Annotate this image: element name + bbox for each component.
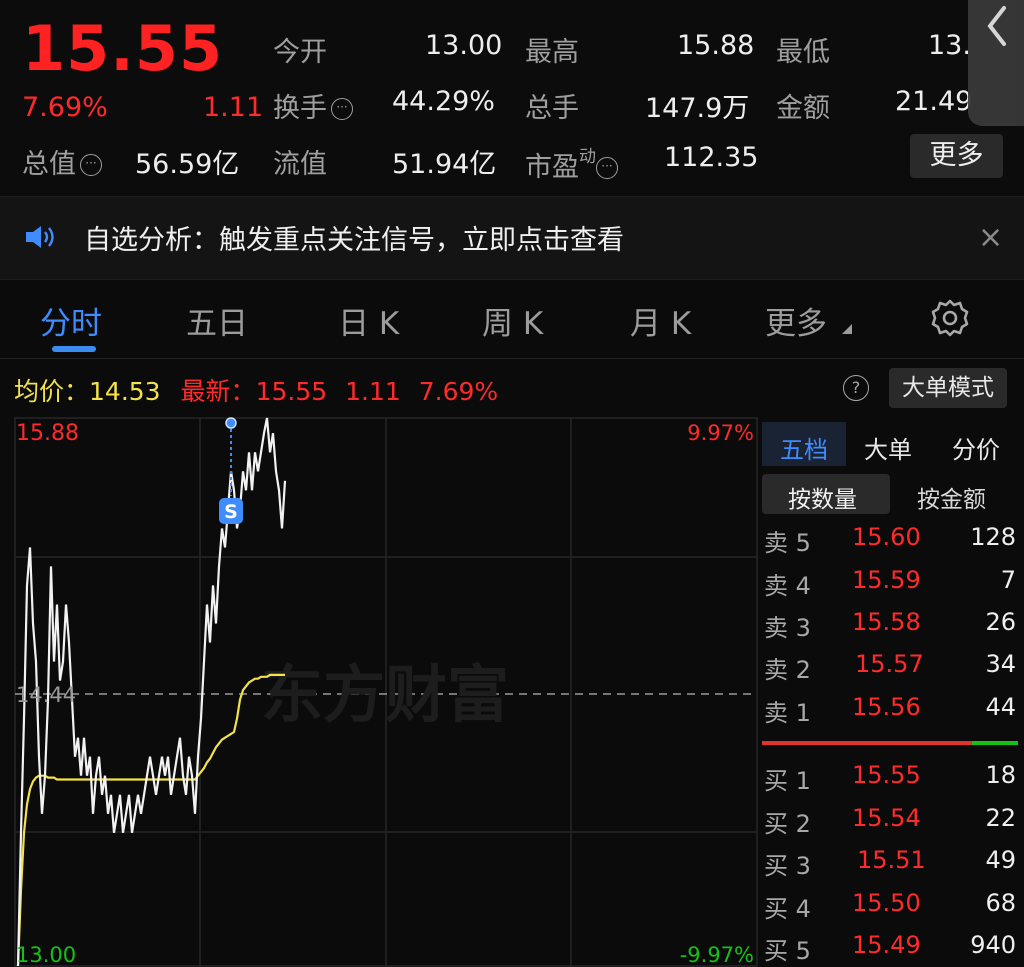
bid-3-price[interactable]: 15.51	[857, 846, 926, 874]
ask-1-volume: 44	[985, 693, 1016, 721]
tab-weekly-k[interactable]: 周 K	[482, 298, 543, 343]
tab-monthly-k[interactable]: 月 K	[630, 298, 691, 343]
current-price: 15.55	[22, 12, 224, 85]
open-value: 13.00	[425, 30, 503, 61]
ask-4-price[interactable]: 15.59	[852, 566, 921, 594]
ask-2-volume: 34	[985, 650, 1016, 678]
market-cap-info-icon[interactable]: ···	[80, 154, 102, 176]
amount-value: 21.49	[895, 86, 973, 117]
bottom-pct-label: -9.97%	[680, 943, 754, 967]
float-cap-label: 流值	[273, 149, 327, 180]
top-pct-label: 9.97%	[687, 421, 754, 445]
ask-3-label: 卖 3	[764, 614, 811, 642]
big-order-mode-button[interactable]: 大单模式	[889, 368, 1007, 408]
volume-value: 147.9万	[645, 93, 750, 124]
ask-5-price[interactable]: 15.60	[852, 523, 921, 551]
price-stat-line: 均价：14.53 最新：15.55 1.11 7.69%	[14, 372, 498, 408]
watermark: 东方财富	[261, 658, 509, 731]
bid-1-price[interactable]: 15.55	[852, 761, 921, 789]
mid-price-label: 14.44	[16, 683, 76, 707]
bid-2-volume: 22	[985, 804, 1016, 832]
back-button[interactable]	[968, 0, 1024, 126]
gear-icon[interactable]	[930, 298, 970, 338]
ask-1-price[interactable]: 15.56	[852, 693, 921, 721]
latest-price-label: 最新：	[180, 377, 256, 406]
bid-5-label: 买 5	[764, 937, 811, 965]
tab-price-distribution[interactable]: 分价	[952, 430, 1000, 465]
sell-signal-letter: S	[224, 501, 238, 523]
high-value: 15.88	[677, 30, 755, 61]
ask-3-volume: 26	[985, 608, 1016, 636]
more-button[interactable]: 更多	[910, 134, 1003, 178]
tab-more[interactable]: 更多	[765, 298, 827, 343]
close-icon[interactable]: ×	[978, 220, 1003, 255]
avg-price-label: 均价：	[14, 377, 90, 406]
ask-4-volume: 7	[1000, 566, 1016, 594]
speaker-icon	[26, 226, 54, 248]
avg-price-line	[16, 673, 285, 967]
avg-price-value: 14.53	[89, 377, 161, 406]
buy-sell-ratio-bar	[762, 741, 1018, 745]
tab-intraday[interactable]: 分时	[40, 298, 102, 343]
ask-3-price[interactable]: 15.58	[852, 608, 921, 636]
help-icon[interactable]: ?	[843, 375, 869, 401]
bid-1-label: 买 1	[764, 767, 811, 795]
segment-by-amount[interactable]: 按金额	[917, 480, 986, 514]
active-tab-indicator	[52, 346, 96, 352]
notice-text[interactable]: 自选分析：触发重点关注信号，立即点击查看	[84, 218, 624, 257]
ask-4-label: 卖 4	[764, 572, 811, 600]
amount-label: 金额	[776, 93, 830, 124]
market-cap-value: 56.59亿	[135, 149, 240, 180]
open-label: 今开	[273, 37, 327, 68]
low-value: 13.	[928, 30, 971, 61]
pe-label: 市盈动 ···	[525, 142, 618, 184]
volume-label: 总手	[525, 93, 579, 124]
change-percent: 7.69%	[22, 92, 108, 123]
latest-change-value: 1.11	[345, 377, 401, 406]
bottom-price-label: 13.00	[16, 943, 76, 967]
segment-by-quantity[interactable]: 按数量	[788, 480, 857, 514]
ask-1-label: 卖 1	[764, 699, 811, 727]
ask-2-price[interactable]: 15.57	[855, 650, 924, 678]
bid-5-price[interactable]: 15.49	[852, 931, 921, 959]
marker-dot	[225, 417, 237, 429]
triangle-down-icon	[842, 324, 852, 334]
turnover-value: 44.29%	[392, 86, 495, 117]
bid-1-volume: 18	[985, 761, 1016, 789]
tab-daily-k[interactable]: 日 K	[338, 298, 399, 343]
bid-4-price[interactable]: 15.50	[852, 889, 921, 917]
bid-3-volume: 49	[985, 846, 1016, 874]
tab-big-orders[interactable]: 大单	[864, 430, 912, 465]
turnover-info-icon[interactable]: ···	[331, 98, 353, 120]
bid-4-volume: 68	[985, 889, 1016, 917]
bid-4-label: 买 4	[764, 895, 811, 923]
bid-5-volume: 940	[970, 931, 1016, 959]
pe-info-icon[interactable]: ···	[596, 157, 618, 179]
tab-five-levels[interactable]: 五档	[780, 430, 828, 465]
low-label: 最低	[776, 37, 830, 68]
float-cap-value: 51.94亿	[392, 149, 497, 180]
latest-pct-value: 7.69%	[418, 377, 499, 406]
ask-5-label: 卖 5	[764, 529, 811, 557]
ask-2-label: 卖 2	[764, 656, 811, 684]
latest-price-value: 15.55	[255, 377, 328, 406]
tab-five-day[interactable]: 五日	[186, 298, 248, 343]
bid-2-price[interactable]: 15.54	[852, 804, 921, 832]
change-amount: 1.11	[203, 92, 264, 123]
pe-value: 112.35	[664, 142, 759, 173]
bid-2-label: 买 2	[764, 810, 811, 838]
top-price-label: 15.88	[16, 421, 79, 446]
market-cap-label: 总值 ···	[22, 142, 102, 181]
ask-5-volume: 128	[970, 523, 1016, 551]
bid-3-label: 买 3	[764, 852, 811, 880]
chevron-left-icon	[987, 6, 1006, 46]
high-label: 最高	[525, 37, 579, 68]
turnover-label: 换手 ···	[273, 86, 353, 125]
intraday-chart[interactable]: 东方财富 S 15.88 14.44 13.00 9.97% -9.97%	[0, 416, 760, 967]
